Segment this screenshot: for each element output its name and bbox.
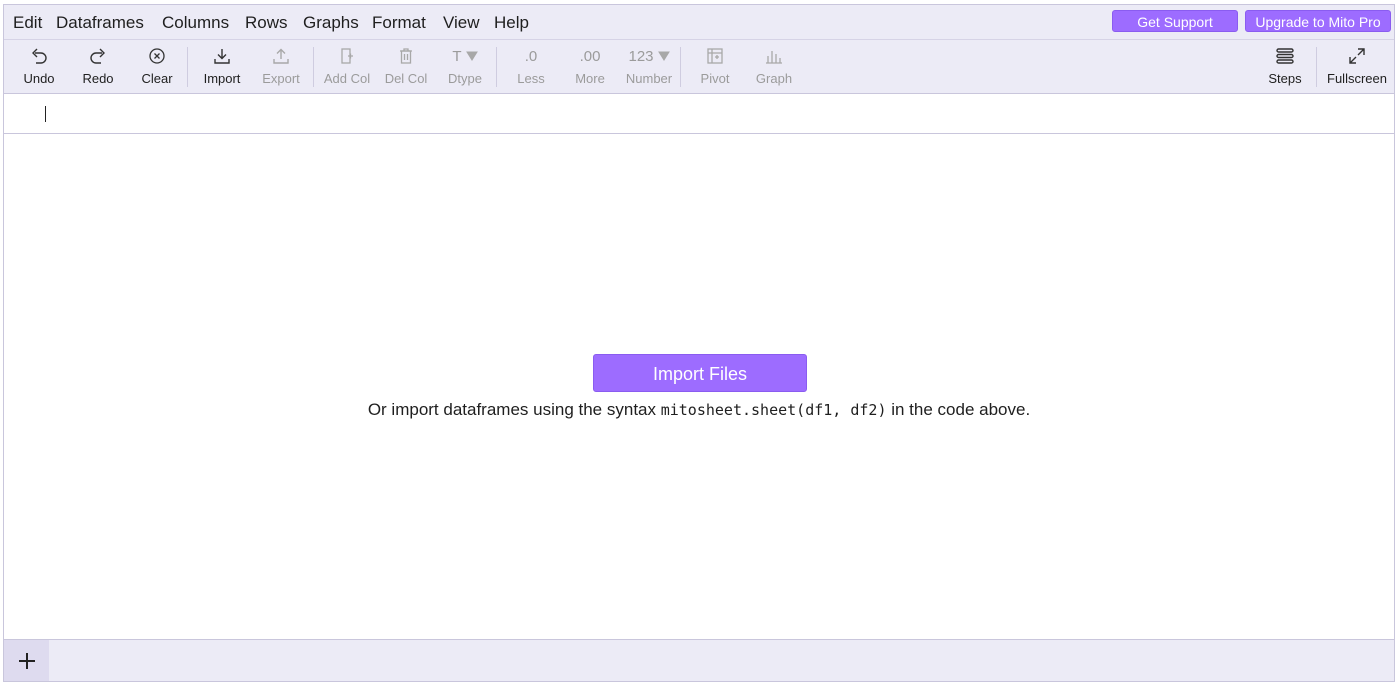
pivot-icon [686, 45, 744, 67]
import-button[interactable]: Import [193, 41, 251, 93]
decrease-decimal-icon: .0 [502, 45, 560, 67]
less-glyph: .0 [524, 47, 538, 65]
more-glyph: .00 [579, 47, 601, 65]
graph-button[interactable]: Graph [745, 41, 803, 93]
number-format-icon: 123 [620, 45, 678, 67]
toolbar: Undo Redo Clear Import Export Add Col De… [4, 41, 1394, 93]
fullscreen-button[interactable]: Fullscreen [1327, 41, 1387, 93]
text-cursor [45, 106, 46, 122]
import-hint-suffix: in the code above. [886, 400, 1031, 419]
undo-icon [10, 45, 68, 67]
sheet-area: Import Files Or import dataframes using … [4, 134, 1394, 641]
dtype-glyph: T [452, 47, 462, 65]
menu-graphs[interactable]: Graphs [303, 13, 359, 33]
fullscreen-label: Fullscreen [1327, 71, 1387, 86]
menu-bar: Edit Dataframes Columns Rows Graphs Form… [4, 5, 1394, 39]
plus-icon [18, 652, 35, 669]
clear-label: Clear [141, 71, 173, 86]
dtype-label: Dtype [448, 71, 482, 86]
export-button[interactable]: Export [252, 41, 310, 93]
get-support-button[interactable]: Get Support [1112, 10, 1238, 32]
sheet-tab-bar [4, 639, 1394, 681]
steps-label: Steps [1268, 71, 1302, 86]
dtype-icon: T [436, 45, 494, 67]
menu-columns[interactable]: Columns [162, 13, 229, 33]
increase-decimal-icon: .00 [561, 45, 619, 67]
add-column-icon [318, 45, 376, 67]
dtype-button[interactable]: T Dtype [436, 41, 494, 93]
toolbar-divider [1316, 47, 1317, 87]
clear-icon [128, 45, 186, 67]
upgrade-button[interactable]: Upgrade to Mito Pro [1245, 10, 1391, 32]
import-files-button[interactable]: Import Files [593, 354, 807, 392]
number-glyph: 123 [628, 47, 654, 65]
redo-button[interactable]: Redo [69, 41, 127, 93]
upload-icon [252, 45, 310, 67]
import-hint-text: Or import dataframes using the syntax [367, 400, 661, 419]
download-icon [193, 45, 251, 67]
less-decimals-button[interactable]: .0 Less [502, 41, 560, 93]
import-hint: Or import dataframes using the syntax mi… [4, 400, 1394, 420]
menu-help[interactable]: Help [494, 13, 529, 33]
trash-icon [377, 45, 435, 67]
more-decimals-button[interactable]: .00 More [561, 41, 619, 93]
bar-chart-icon [745, 45, 803, 67]
steps-icon [1256, 45, 1314, 67]
pivot-button[interactable]: Pivot [686, 41, 744, 93]
menu-format[interactable]: Format [372, 13, 426, 33]
formula-bar[interactable] [4, 94, 1394, 134]
import-hint-code: mitosheet.sheet(df1, df2) [660, 401, 887, 419]
menu-rows[interactable]: Rows [245, 13, 288, 33]
export-label: Export [262, 71, 300, 86]
top-bar: Edit Dataframes Columns Rows Graphs Form… [4, 5, 1394, 94]
menu-edit[interactable]: Edit [13, 13, 42, 33]
undo-button[interactable]: Undo [10, 41, 68, 93]
redo-icon [69, 45, 127, 67]
fullscreen-icon [1327, 45, 1387, 67]
number-label: Number [625, 71, 673, 86]
add-sheet-button[interactable] [4, 640, 49, 681]
add-column-button[interactable]: Add Col [318, 41, 376, 93]
mitosheet-app: Edit Dataframes Columns Rows Graphs Form… [3, 4, 1395, 682]
number-format-button[interactable]: 123 Number [620, 41, 678, 93]
menu-divider [4, 39, 1394, 40]
delete-column-button[interactable]: Del Col [377, 41, 435, 93]
graph-label: Graph [755, 71, 793, 86]
clear-button[interactable]: Clear [128, 41, 186, 93]
menu-view[interactable]: View [443, 13, 480, 33]
steps-button[interactable]: Steps [1256, 41, 1314, 93]
menu-dataframes[interactable]: Dataframes [56, 13, 144, 33]
